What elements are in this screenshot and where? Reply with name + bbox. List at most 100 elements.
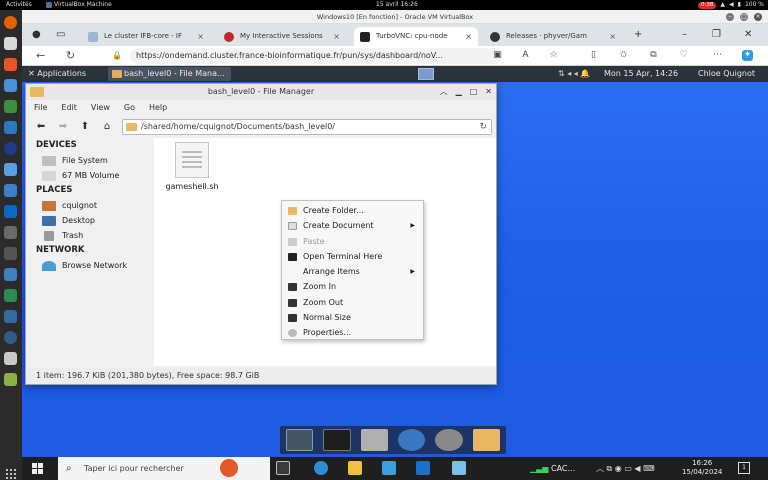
close-tab-icon[interactable]: × (465, 27, 472, 46)
vm-app-menu[interactable]: VirtualBox Machine (46, 0, 112, 10)
close-tab-icon[interactable]: × (197, 27, 204, 46)
task-view-icon[interactable] (276, 461, 290, 475)
browser-minimize-button[interactable]: – (682, 24, 687, 46)
menu-item-properties[interactable]: Properties... (282, 325, 423, 340)
turbovnc-app-icon[interactable] (452, 461, 466, 475)
notification-center-icon[interactable]: 1 (738, 462, 750, 474)
windows-search-box[interactable]: ⌕ Taper ici pour rechercher (58, 457, 270, 480)
app-round-icon[interactable] (4, 142, 17, 155)
search-highlight-icon[interactable] (220, 459, 238, 477)
app-globe-icon[interactable] (4, 331, 17, 344)
document-viewer-icon[interactable] (4, 100, 17, 113)
folder-icon[interactable] (472, 429, 500, 451)
copilot-icon[interactable]: ✦ (742, 50, 753, 61)
menu-item-normal-size[interactable]: Normal Size (282, 310, 423, 325)
vbox-close-button[interactable]: × (754, 13, 762, 21)
menu-item-create-folder[interactable]: Create Folder... (282, 203, 423, 218)
browser-close-button[interactable]: ✕ (744, 24, 752, 46)
minimize-button[interactable]: ︿ (440, 84, 448, 100)
workspace-switcher[interactable] (418, 68, 434, 80)
weather-widget[interactable]: ▁▃▅ CAC... (530, 457, 575, 480)
file-item[interactable]: gameshell.sh (160, 142, 224, 191)
file-explorer-icon[interactable] (348, 461, 362, 475)
up-arrow-icon[interactable]: ⬆ (78, 120, 92, 134)
app-edit-icon[interactable] (4, 310, 17, 323)
files-icon[interactable] (4, 37, 17, 50)
drive-icon[interactable] (4, 352, 17, 365)
back-arrow-icon[interactable]: ⬅ (34, 120, 48, 134)
windows-start-icon[interactable] (32, 463, 43, 474)
menu-file[interactable]: File (34, 100, 47, 116)
activities-button[interactable]: Activités (6, 0, 32, 10)
maximize-button[interactable]: □ (470, 84, 478, 100)
menu-item-create-document[interactable]: Create Document ▶ (282, 218, 423, 233)
app-gray-icon[interactable] (4, 247, 17, 260)
favorites-icon[interactable]: ✩ (618, 50, 629, 61)
vscode-icon[interactable] (4, 205, 17, 218)
menu-view[interactable]: View (91, 100, 110, 116)
url-field[interactable]: https://ondemand.cluster.france-bioinfor… (130, 48, 502, 64)
system-tray[interactable]: ︿ ⧉ ◉ ▭ ◀ ⌨ (596, 457, 655, 480)
sidebar-item-trash[interactable]: Trash (26, 228, 152, 243)
show-desktop-icon[interactable] (286, 429, 314, 451)
trash-icon[interactable] (4, 373, 17, 386)
terminal-icon[interactable] (323, 429, 351, 451)
more-menu-icon[interactable]: ⋯ (712, 50, 723, 61)
tab-interactive-sessions[interactable]: My Interactive Sessions × (218, 27, 346, 46)
taskbar-clock[interactable]: 16:26 15/04/2024 (682, 459, 722, 477)
sidebar-item-browse-network[interactable]: Browse Network (26, 258, 152, 273)
show-apps-icon[interactable] (5, 468, 17, 480)
menu-item-paste[interactable]: Paste (282, 234, 423, 249)
virtualbox-dock-icon[interactable] (4, 226, 17, 239)
mail-icon[interactable] (416, 461, 430, 475)
menu-item-zoom-out[interactable]: Zoom Out (282, 295, 423, 310)
tab-github-releases[interactable]: Releases · phyver/Gam × (484, 27, 622, 46)
collections-icon[interactable]: ⧉ (648, 50, 659, 61)
software-center-icon[interactable] (4, 58, 17, 71)
tab-turbovnc[interactable]: TurboVNC: cpu-node × (354, 27, 478, 46)
sidebar-item-file-system[interactable]: File System (26, 153, 152, 168)
ubuntu-clock[interactable]: 15 avril 16:26 (376, 0, 418, 10)
store-icon[interactable] (382, 461, 396, 475)
network-icon[interactable]: ▲ (720, 0, 725, 10)
firefox-icon[interactable] (4, 16, 17, 29)
screen-record-badge[interactable]: 0:38 (698, 1, 717, 9)
applications-menu[interactable]: ✕ Applications (28, 66, 86, 82)
vbox-minimize-button[interactable]: – (726, 13, 734, 21)
back-button[interactable]: ← (36, 46, 45, 66)
close-tab-icon[interactable]: × (609, 27, 616, 46)
split-screen-icon[interactable]: ▯ (588, 50, 599, 61)
app-d-icon[interactable] (4, 121, 17, 134)
close-tab-icon[interactable]: × (333, 27, 340, 46)
remote-desktop[interactable]: ✕ Applications bash_level0 - File Mana..… (22, 66, 768, 457)
profile-icon[interactable]: ● (32, 24, 41, 46)
menu-item-open-terminal[interactable]: Open Terminal Here (282, 249, 423, 264)
file-manager-icon[interactable] (360, 429, 389, 451)
writer-icon[interactable] (4, 268, 17, 281)
menu-edit[interactable]: Edit (61, 100, 77, 116)
file-manager-titlebar[interactable]: bash_level0 - File Manager ︿ ▁ □ ✕ (26, 84, 496, 100)
menu-help[interactable]: Help (149, 100, 167, 116)
page-icon[interactable]: ▣ (492, 50, 503, 61)
reload-icon[interactable]: ↻ (479, 120, 487, 134)
edge-icon[interactable] (314, 461, 328, 475)
web-browser-icon[interactable] (398, 429, 426, 451)
remote-desktop-icon[interactable] (4, 163, 17, 176)
browser-restore-button[interactable]: ❐ (712, 24, 721, 46)
home-icon[interactable]: ⌂ (100, 120, 114, 134)
favorite-star-icon[interactable]: ☆ (548, 50, 559, 61)
volume-icon[interactable]: ◀ (729, 0, 734, 10)
xfce-clock[interactable]: Mon 15 Apr, 14:26 (604, 66, 678, 82)
forward-arrow-icon[interactable]: ➡ (56, 120, 70, 134)
minimize-to-tray-button[interactable]: ▁ (456, 84, 462, 100)
search-icon[interactable] (435, 429, 463, 451)
xfce-tray-icons[interactable]: ⇅ ◂ ◂ 🔔 (558, 66, 590, 82)
location-bar[interactable]: /shared/home/cquignot/Documents/bash_lev… (122, 119, 492, 135)
new-tab-button[interactable]: + (634, 24, 642, 46)
lock-icon[interactable]: 🔒 (112, 46, 122, 66)
browser-essentials-icon[interactable]: ♡ (678, 50, 689, 61)
vbox-maximize-button[interactable]: □ (740, 13, 748, 21)
menu-item-zoom-in[interactable]: Zoom In (282, 279, 423, 294)
sidebar-item-volume[interactable]: 67 MB Volume (26, 168, 152, 183)
app-blue-icon[interactable] (4, 184, 17, 197)
